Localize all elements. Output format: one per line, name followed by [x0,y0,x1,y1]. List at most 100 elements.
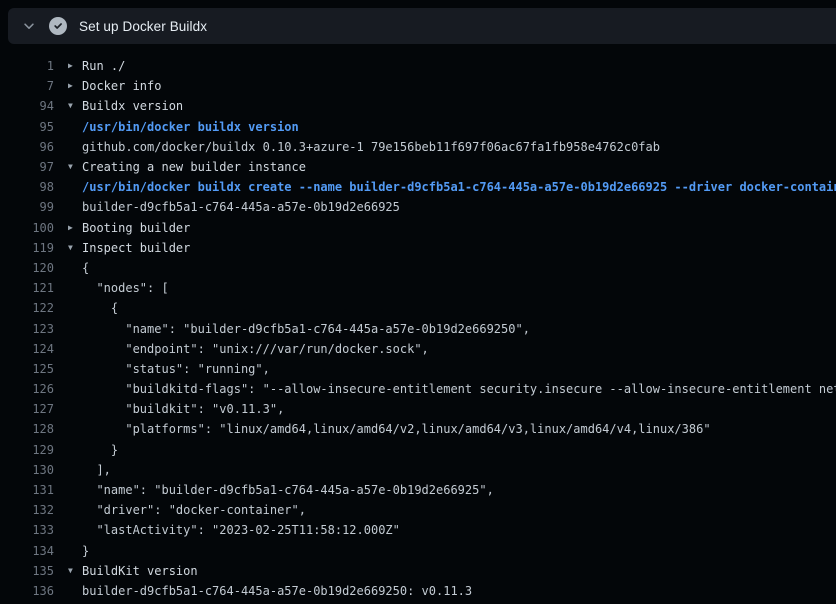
triangle-down-icon: ▼ [68,163,82,171]
line-number[interactable]: 125 [0,362,54,376]
line-number[interactable]: 128 [0,422,54,436]
line-number[interactable]: 131 [0,483,54,497]
log-line: 125 "status": "running", [0,359,836,379]
triangle-right-icon: ▶ [68,224,82,232]
log-line: 100 ▶Booting builder [0,218,836,238]
line-number[interactable]: 1 [0,59,54,73]
log-group-collapsed[interactable]: ▶Docker info [68,79,161,93]
log-group-expanded[interactable]: ▼Buildx version [68,99,183,113]
group-title: Booting builder [82,221,190,235]
line-number[interactable]: 135 [0,564,54,578]
group-title: Docker info [82,79,161,93]
log-group-expanded[interactable]: ▼BuildKit version [68,564,198,578]
line-number[interactable]: 96 [0,140,54,154]
log-line: 7 ▶Docker info [0,76,836,96]
line-number[interactable]: 122 [0,301,54,315]
line-number[interactable]: 133 [0,523,54,537]
command-line: /usr/bin/docker buildx version [68,120,299,134]
line-number[interactable]: 95 [0,120,54,134]
log-group-collapsed[interactable]: ▶Run ./ [68,59,125,73]
output-line: github.com/docker/buildx 0.10.3+azure-1 … [68,140,660,154]
line-number[interactable]: 98 [0,180,54,194]
line-number[interactable]: 132 [0,503,54,517]
line-number[interactable]: 7 [0,79,54,93]
log-line: 129 } [0,440,836,460]
log-line: 98 /usr/bin/docker buildx create --name … [0,177,836,197]
group-title: BuildKit version [82,564,198,578]
log-group-collapsed[interactable]: ▶Booting builder [68,221,190,235]
output-line: "lastActivity": "2023-02-25T11:58:12.000… [68,523,400,537]
output-line: ], [68,463,111,477]
output-line: builder-d9cfb5a1-c764-445a-a57e-0b19d2e6… [68,200,400,214]
line-number[interactable]: 94 [0,99,54,113]
triangle-down-icon: ▼ [68,102,82,110]
log-line: 119 ▼Inspect builder [0,238,836,258]
log-line: 127 "buildkit": "v0.11.3", [0,399,836,419]
step-header[interactable]: Set up Docker Buildx [8,8,836,44]
log-line: 130 ], [0,460,836,480]
output-line: "buildkit": "v0.11.3", [68,402,284,416]
log-line: 132 "driver": "docker-container", [0,500,836,520]
output-line: } [68,544,89,558]
log-group-expanded[interactable]: ▼Creating a new builder instance [68,160,306,174]
line-number[interactable]: 134 [0,544,54,558]
line-number[interactable]: 126 [0,382,54,396]
step-title: Set up Docker Buildx [79,19,207,34]
output-line: } [68,443,118,457]
triangle-right-icon: ▶ [68,82,82,90]
line-number[interactable]: 129 [0,443,54,457]
output-line: "endpoint": "unix:///var/run/docker.sock… [68,342,429,356]
group-title: Inspect builder [82,241,190,255]
chevron-down-icon [22,19,36,33]
output-line: { [68,301,118,315]
log-line: 121 "nodes": [ [0,278,836,298]
group-title: Creating a new builder instance [82,160,306,174]
output-line: "driver": "docker-container", [68,503,306,517]
log-lines: 1 ▶Run ./ 7 ▶Docker info 94 ▼Buildx vers… [0,56,836,601]
log-group-expanded[interactable]: ▼Inspect builder [68,241,190,255]
line-number[interactable]: 97 [0,160,54,174]
line-number[interactable]: 119 [0,241,54,255]
line-number[interactable]: 124 [0,342,54,356]
log-line: 99 builder-d9cfb5a1-c764-445a-a57e-0b19d… [0,197,836,217]
output-line: { [68,261,89,275]
log-line: 135 ▼BuildKit version [0,561,836,581]
log-line: 123 "name": "builder-d9cfb5a1-c764-445a-… [0,318,836,338]
line-number[interactable]: 136 [0,584,54,598]
triangle-down-icon: ▼ [68,567,82,575]
output-line: "name": "builder-d9cfb5a1-c764-445a-a57e… [68,322,530,336]
line-number[interactable]: 127 [0,402,54,416]
log-line: 97 ▼Creating a new builder instance [0,157,836,177]
line-number[interactable]: 130 [0,463,54,477]
log-line: 133 "lastActivity": "2023-02-25T11:58:12… [0,520,836,540]
output-line: builder-d9cfb5a1-c764-445a-a57e-0b19d2e6… [68,584,472,598]
log-line: 120 { [0,258,836,278]
command-line: /usr/bin/docker buildx create --name bui… [68,180,836,194]
log-line: 95 /usr/bin/docker buildx version [0,117,836,137]
log-line: 134 } [0,541,836,561]
output-line: "platforms": "linux/amd64,linux/amd64/v2… [68,422,711,436]
log-line: 136 builder-d9cfb5a1-c764-445a-a57e-0b19… [0,581,836,601]
log-line: 94 ▼Buildx version [0,96,836,116]
log-line: 1 ▶Run ./ [0,56,836,76]
log-line: 96 github.com/docker/buildx 0.10.3+azure… [0,137,836,157]
log-line: 128 "platforms": "linux/amd64,linux/amd6… [0,419,836,439]
triangle-right-icon: ▶ [68,62,82,70]
output-line: "status": "running", [68,362,270,376]
output-line: "name": "builder-d9cfb5a1-c764-445a-a57e… [68,483,494,497]
line-number[interactable]: 120 [0,261,54,275]
log-line: 124 "endpoint": "unix:///var/run/docker.… [0,339,836,359]
output-line: "nodes": [ [68,281,169,295]
group-title: Run ./ [82,59,125,73]
log-line: 126 "buildkitd-flags": "--allow-insecure… [0,379,836,399]
line-number[interactable]: 99 [0,200,54,214]
line-number[interactable]: 100 [0,221,54,235]
output-line: "buildkitd-flags": "--allow-insecure-ent… [68,382,836,396]
log-line: 131 "name": "builder-d9cfb5a1-c764-445a-… [0,480,836,500]
log-line: 122 { [0,298,836,318]
line-number[interactable]: 121 [0,281,54,295]
line-number[interactable]: 123 [0,322,54,336]
check-circle-icon [49,17,67,35]
group-title: Buildx version [82,99,183,113]
triangle-down-icon: ▼ [68,244,82,252]
